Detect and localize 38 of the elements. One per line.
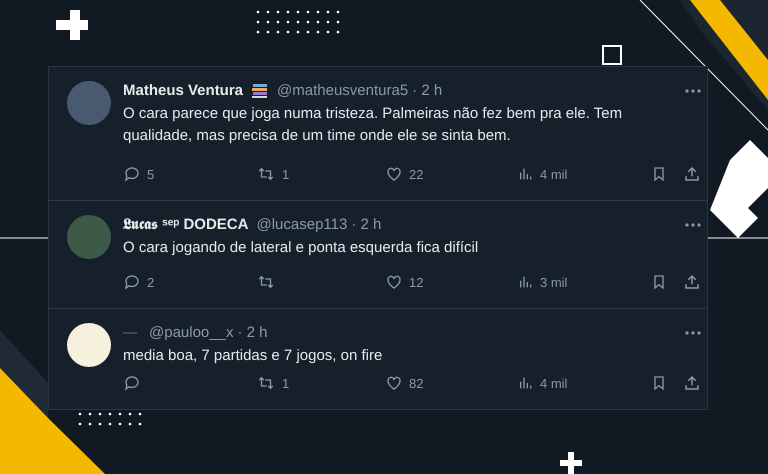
heart-icon[interactable] bbox=[385, 374, 403, 392]
count: 1 bbox=[282, 374, 290, 392]
count: 1 bbox=[282, 166, 290, 184]
count: 4 mil bbox=[540, 374, 568, 392]
count: 12 bbox=[409, 274, 424, 292]
avatar[interactable] bbox=[67, 323, 111, 367]
user-handle[interactable]: @matheusventura5 bbox=[277, 80, 408, 102]
reply-icon[interactable] bbox=[123, 165, 141, 184]
heart-icon[interactable] bbox=[385, 273, 403, 292]
square-outline bbox=[602, 45, 622, 65]
tweet-text: O cara parece que joga numa tristeza. Palmeiras não fez bem pra ele. Tem qualidade, mas precisa de um time onde ele se sinta bem. bbox=[123, 104, 624, 146]
timestamp[interactable]: · 2 h bbox=[237, 322, 268, 344]
tweet-text: media boa, 7 partidas e 7 jogos, on fire bbox=[123, 346, 384, 366]
dot-grid-drawing bbox=[78, 412, 142, 426]
count: 2 bbox=[147, 274, 154, 292]
count: 82 bbox=[409, 374, 424, 392]
user-name[interactable]: Matheus Ventura bbox=[123, 80, 244, 102]
heart-icon[interactable] bbox=[385, 165, 403, 184]
reply-icon[interactable] bbox=[123, 374, 141, 392]
share-icon[interactable] bbox=[683, 374, 701, 392]
reply-icon[interactable] bbox=[123, 273, 141, 292]
timestamp[interactable]: · 2 h bbox=[412, 80, 442, 102]
cross-shape bbox=[56, 10, 88, 40]
count: 22 bbox=[409, 166, 424, 184]
timestamp[interactable]: · 2 h bbox=[351, 214, 382, 236]
count: 4 mil bbox=[540, 166, 568, 184]
more-options-icon[interactable] bbox=[685, 89, 701, 93]
share-icon[interactable] bbox=[683, 273, 701, 292]
cross-shape bbox=[560, 452, 582, 474]
share-icon[interactable] bbox=[683, 165, 701, 184]
count: 5 bbox=[147, 166, 154, 184]
user-handle[interactable]: @pauloo__x bbox=[149, 322, 234, 344]
more-options-icon[interactable] bbox=[685, 331, 701, 335]
count: 3 mil bbox=[540, 274, 568, 292]
user-handle[interactable]: @lucasep113 bbox=[256, 214, 348, 236]
tweet-text: O cara jogando de lateral e ponta esquerda fica difícil bbox=[123, 238, 480, 258]
more-options-icon[interactable] bbox=[685, 223, 701, 227]
user-name[interactable]: 𝕷𝖚𝖈𝖆𝖘 ˢᵉᵖ DODECA bbox=[123, 214, 248, 236]
